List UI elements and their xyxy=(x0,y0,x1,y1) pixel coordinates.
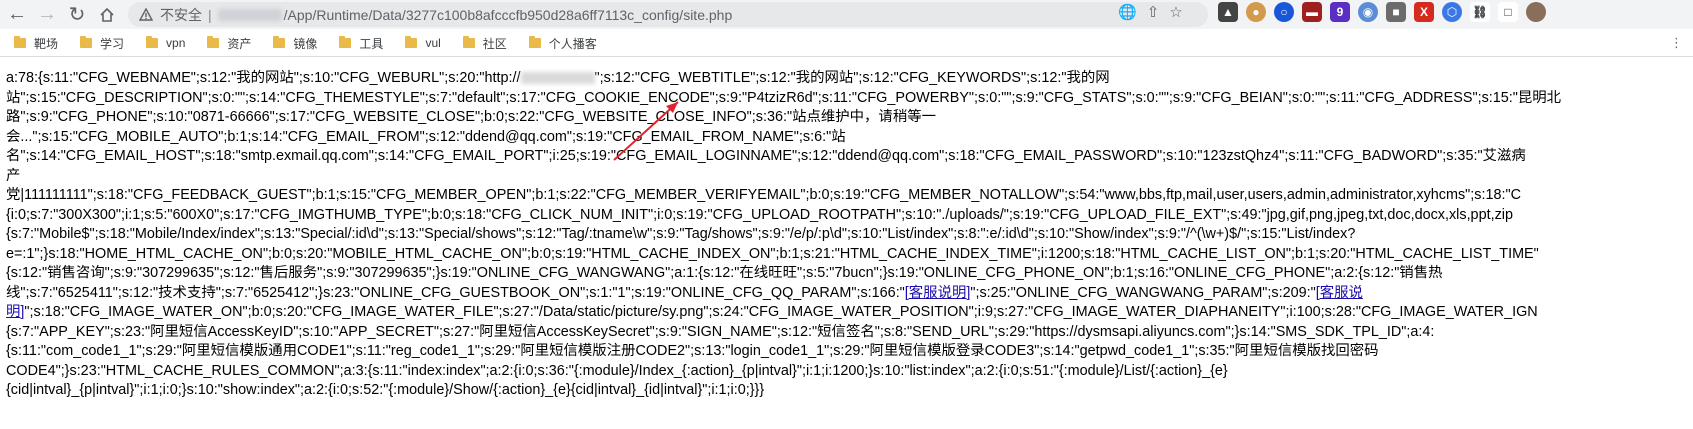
bookmark-label: 学习 xyxy=(100,36,125,51)
bookmark-label: 个人播客 xyxy=(548,36,597,51)
extensions-bar: ▲ ● ○ ▬ 9 ◉ ■ X ⬡ ⛓ □ xyxy=(1218,2,1546,22)
content-line: {i:0;s:7:"300X300";i:1;s:5:"600X0";s:17:… xyxy=(6,206,1513,223)
text-segment: 线";s:7:"6525411";s:12:"技术支持";s:7:"652541… xyxy=(6,284,905,301)
reload-icon[interactable]: ↻ xyxy=(64,2,90,28)
mask-extension-icon[interactable]: ▬ xyxy=(1302,2,1322,22)
folder-icon xyxy=(80,36,93,48)
content-line: 线";s:7:"6525411";s:12:"技术支持";s:7:"652541… xyxy=(6,284,1693,304)
bookmark-label: 靶场 xyxy=(34,36,59,51)
redacted-text xyxy=(520,72,595,85)
content-line: e=:1";}s:18:"HOME_HTML_CACHE_ON";b:0;s:2… xyxy=(6,245,1539,262)
x-extension-icon[interactable]: X xyxy=(1414,2,1434,22)
home-icon[interactable] xyxy=(94,2,120,28)
bookmark-label: 镜像 xyxy=(293,36,318,51)
content-line: {cid|intval}_{p|intval}";i:1;i:0;}s:10:"… xyxy=(6,382,765,398)
content-line: 路";s:9:"CFG_PHONE";s:10:"0871-66666";s:1… xyxy=(6,109,936,125)
cookie-extension-icon[interactable]: ● xyxy=(1246,2,1266,22)
bookmark-folder[interactable]: 学习 xyxy=(80,35,124,52)
content-line: a:78:{s:11:"CFG_WEBNAME";s:12:"我的网站";s:1… xyxy=(6,69,1693,89)
profile-avatar[interactable] xyxy=(1526,2,1546,22)
omnibox-actions: 🌐 ⇧ ☆ xyxy=(1118,3,1183,21)
text-segment: ";s:12:"CFG_WEBTITLE";s:12:"我的网站";s:12:"… xyxy=(594,70,1110,86)
folder-icon xyxy=(273,36,286,48)
bookmark-label: vpn xyxy=(166,36,186,50)
bookmark-folder[interactable]: 资产 xyxy=(207,35,251,52)
sidepanel-icon[interactable]: □ xyxy=(1498,2,1518,22)
puzzle-extensions-icon[interactable]: ⛓ xyxy=(1470,2,1490,22)
hex-extension-icon[interactable]: ⬡ xyxy=(1442,2,1462,22)
content-line: {s:7:"APP_KEY";s:23:"阿里短信AccessKeyID";s:… xyxy=(6,323,1435,340)
bookmark-folder[interactable]: vul xyxy=(405,36,441,50)
browser-toolbar: ← → ↻ 不安全 | /App/Runtime/Data/3277c100b8… xyxy=(0,0,1693,29)
bookmark-folder[interactable]: 镜像 xyxy=(273,35,317,52)
bookmark-folder[interactable]: 工具 xyxy=(339,35,383,52)
content-line: {s:12:"销售咨询";s:9:"307299635";s:12:"售后服务"… xyxy=(6,265,1443,281)
url-path: /App/Runtime/Data/3277c100b8afcccfb950d2… xyxy=(283,6,733,23)
insecure-label: 不安全 xyxy=(160,6,202,23)
content-line: 站";s:15:"CFG_DESCRIPTION";s:0:"";s:14:"C… xyxy=(6,89,1562,106)
bookmark-folder[interactable]: 靶场 xyxy=(14,35,58,52)
translate-icon[interactable]: 🌐 xyxy=(1118,3,1137,21)
address-bar[interactable]: 不安全 | /App/Runtime/Data/3277c100b8afcccf… xyxy=(128,2,1208,27)
arrow-right-icon[interactable]: → xyxy=(34,2,60,28)
content-line: 产 xyxy=(6,167,21,184)
separator: | xyxy=(208,6,212,23)
text-segment: a:78:{s:11:"CFG_WEBNAME";s:12:"我的网站";s:1… xyxy=(6,70,521,86)
folder-icon xyxy=(146,36,159,48)
arrow-left-icon[interactable]: ← xyxy=(4,2,30,28)
text-segment: ";s:18:"CFG_IMAGE_WATER_ON";b:0;s:20:"CF… xyxy=(24,304,1538,320)
bookmark-label: 社区 xyxy=(482,36,507,51)
bookmark-label: vul xyxy=(425,36,441,50)
bookmark-label: 工具 xyxy=(359,36,384,51)
content-line: 名";s:14:"CFG_EMAIL_HOST";s:18:"smtp.exma… xyxy=(6,148,1526,164)
service-link[interactable]: [客服说明] xyxy=(905,285,971,301)
bookmark-star-icon[interactable]: ☆ xyxy=(1169,3,1182,21)
robot-extension-icon[interactable]: ■ xyxy=(1386,2,1406,22)
page-content: a:78:{s:11:"CFG_WEBNAME";s:12:"我的网站";s:1… xyxy=(6,69,1693,429)
folder-icon xyxy=(462,36,475,48)
folder-icon xyxy=(528,36,541,48)
content-line: {s:7:"Mobile$";s:18:"Mobile/Index/index"… xyxy=(6,226,1356,242)
service-link[interactable]: 明] xyxy=(6,304,24,320)
share-icon[interactable]: ⇧ xyxy=(1147,3,1160,21)
folder-icon xyxy=(339,36,352,48)
hat-extension-icon[interactable]: ▲ xyxy=(1218,2,1238,22)
more-bookmarks-icon[interactable]: ⋮ xyxy=(1670,35,1683,51)
bookmarks-bar: 靶场 学习 vpn 资产 镜像 工具 vul 社区 个人播客 ⋮ xyxy=(0,30,1693,57)
redacted-host xyxy=(217,8,282,21)
bookmark-folder[interactable]: 社区 xyxy=(462,35,507,52)
bookmark-label: 资产 xyxy=(227,36,252,51)
content-line: 会...";s:15:"CFG_MOBILE_AUTO";b:1;s:14:"C… xyxy=(6,128,846,145)
service-link[interactable]: [客服说 xyxy=(1316,285,1363,301)
text-segment: ";s:25:"ONLINE_CFG_WANGWANG_PARAM";s:209… xyxy=(970,284,1316,301)
badge-extension-icon[interactable]: 9 xyxy=(1330,2,1350,22)
content-line: CODE4";}s:23:"HTML_CACHE_RULES_COMMON";a… xyxy=(6,362,1228,379)
warning-icon[interactable] xyxy=(138,7,154,23)
bookmark-folder[interactable]: vpn xyxy=(146,36,185,50)
folder-icon xyxy=(405,36,418,48)
bookmark-folder[interactable]: 个人播客 xyxy=(528,35,597,52)
circle-extension-icon[interactable]: ○ xyxy=(1274,2,1294,22)
folder-icon xyxy=(14,36,26,48)
content-line: 明]";s:18:"CFG_IMAGE_WATER_ON";b:0;s:20:"… xyxy=(6,303,1693,323)
eye-extension-icon[interactable]: ◉ xyxy=(1358,2,1378,22)
folder-icon xyxy=(207,36,220,48)
content-line: {s:11:"com_code1_1";s:29:"阿里短信模版通用CODE1"… xyxy=(6,343,1379,359)
content-line: 党|111111111";s:18:"CFG_FEEDBACK_GUEST";b… xyxy=(6,187,1521,203)
